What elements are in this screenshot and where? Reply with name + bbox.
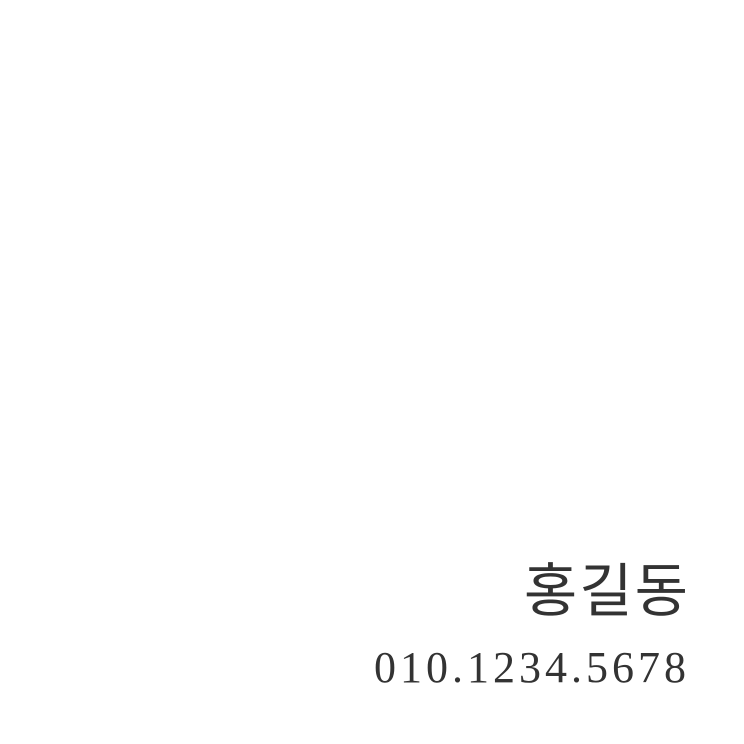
business-card: 홍길동 010.1234.5678 [0, 0, 744, 744]
person-name: 홍길동 [523, 557, 690, 625]
contact-block: 홍길동 010.1234.5678 [374, 562, 690, 690]
phone-number: 010.1234.5678 [374, 643, 690, 692]
